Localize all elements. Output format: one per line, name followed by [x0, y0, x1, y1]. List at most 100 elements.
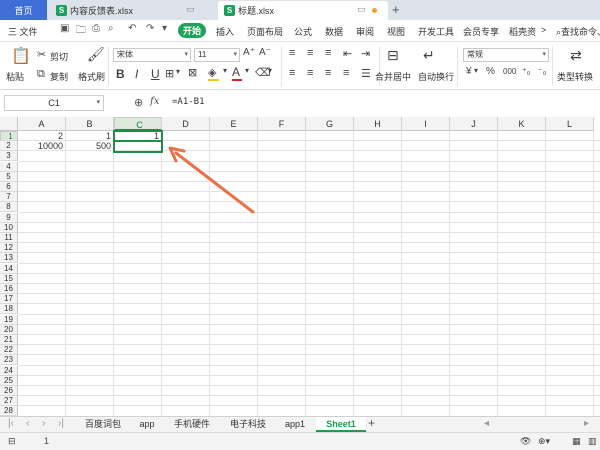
row-header-3[interactable]: 3	[0, 151, 18, 162]
cell-B1[interactable]: 1	[66, 131, 114, 141]
menu-shell[interactable]: 稻壳资	[509, 25, 536, 38]
sheet-tab-5[interactable]: Sheet1	[316, 417, 366, 432]
scroll-left-icon[interactable]: ◂	[484, 418, 489, 429]
column-header-B[interactable]: B	[66, 117, 114, 131]
row-header-18[interactable]: 18	[0, 304, 18, 315]
row-header-19[interactable]: 19	[0, 314, 18, 325]
row-header-15[interactable]: 15	[0, 273, 18, 284]
row-header-4[interactable]: 4	[0, 161, 18, 172]
column-header-C[interactable]: C	[114, 117, 162, 131]
row-header-23[interactable]: 23	[0, 355, 18, 366]
sheet-tab-4[interactable]: app1	[276, 417, 314, 432]
eye-protection-icon[interactable]: 👁	[520, 436, 531, 447]
menu-start[interactable]: 开始	[178, 23, 206, 38]
chevron-down-icon[interactable]: ▾	[176, 67, 180, 76]
cell-A2[interactable]: 10000	[18, 141, 66, 151]
row-header-11[interactable]: 11	[0, 233, 18, 243]
menu-devtools[interactable]: 开发工具	[418, 25, 454, 38]
row-header-10[interactable]: 10	[0, 222, 18, 233]
normal-view-icon[interactable]: ▦	[572, 436, 581, 447]
number-format-select[interactable]: 常规 ▾	[463, 48, 549, 62]
format-painter-button[interactable]: 格式刷	[78, 70, 105, 83]
row-header-17[interactable]: 17	[0, 294, 18, 305]
fill-color-icon[interactable]: ◈	[208, 66, 216, 79]
language-icon[interactable]: ⊕▾	[538, 436, 550, 447]
first-sheet-icon[interactable]: |‹	[8, 418, 14, 429]
folder-icon[interactable]: 🗀	[76, 23, 86, 40]
column-header-G[interactable]: G	[306, 117, 354, 131]
paste-button[interactable]: 粘贴	[6, 70, 24, 83]
sheet-tab-1[interactable]: app	[131, 417, 163, 432]
chevron-down-icon[interactable]: ▾	[474, 66, 478, 75]
menu-member[interactable]: 会员专享	[463, 25, 499, 38]
row-header-16[interactable]: 16	[0, 284, 18, 294]
border-icon[interactable]: ⊞	[165, 67, 174, 80]
column-header-E[interactable]: E	[210, 117, 258, 131]
copy-icon[interactable]: ⧉	[37, 68, 45, 81]
row-header-2[interactable]: 2	[0, 141, 18, 152]
row-header-21[interactable]: 21	[0, 335, 18, 345]
type-convert-icon[interactable]: ⇄	[570, 47, 582, 64]
name-box[interactable]: C1 ▾	[4, 95, 104, 111]
new-tab-plus-icon[interactable]: +	[392, 2, 400, 17]
percent-button[interactable]: %	[486, 66, 495, 77]
scroll-right-icon[interactable]: ▸	[584, 418, 589, 429]
print-icon[interactable]: ⎙	[92, 23, 100, 34]
paste-icon[interactable]: 📋	[11, 46, 31, 66]
font-color-button[interactable]: A	[232, 65, 240, 79]
font-name-select[interactable]: 宋体 ▾	[113, 48, 191, 62]
row-header-5[interactable]: 5	[0, 171, 18, 182]
redo-icon[interactable]: ↷	[146, 23, 154, 34]
sheet-tab-3[interactable]: 电子科技	[222, 417, 274, 432]
outdent-icon[interactable]: ⇥	[361, 47, 370, 60]
column-header-A[interactable]: A	[18, 117, 66, 131]
preview-icon[interactable]: ⌕	[108, 23, 114, 34]
wrap-icon[interactable]: ↵	[423, 47, 435, 64]
format-painter-icon[interactable]: 🖌	[87, 46, 105, 63]
increase-decimal-icon[interactable]: ⁺₀	[522, 66, 531, 77]
next-sheet-icon[interactable]: ›	[42, 418, 45, 429]
row-header-20[interactable]: 20	[0, 324, 18, 335]
menu-file[interactable]: 三 文件	[8, 25, 38, 38]
row-header-1[interactable]: 1	[0, 131, 18, 141]
row-header-12[interactable]: 12	[0, 243, 18, 254]
row-header-13[interactable]: 13	[0, 253, 18, 264]
menu-formula[interactable]: 公式	[294, 25, 312, 38]
window-icon[interactable]: ▭	[357, 4, 366, 15]
row-header-27[interactable]: 27	[0, 396, 18, 407]
undo-icon[interactable]: ↶	[128, 23, 136, 34]
indent-icon[interactable]: ⇤	[343, 47, 352, 60]
row-header-24[interactable]: 24	[0, 365, 18, 376]
macro-record-icon[interactable]: ⊟	[8, 436, 16, 447]
prev-sheet-icon[interactable]: ‹	[26, 418, 29, 429]
column-header-I[interactable]: I	[402, 117, 450, 131]
bold-button[interactable]: B	[116, 67, 125, 81]
row-header-8[interactable]: 8	[0, 202, 18, 213]
merge-icon[interactable]: ⊟	[387, 47, 399, 64]
font-size-select[interactable]: 11 ▾	[194, 48, 240, 62]
select-all-corner[interactable]	[0, 117, 18, 131]
menu-view[interactable]: 视图	[387, 25, 405, 38]
justify-icon[interactable]: ≡	[343, 67, 349, 79]
home-tab[interactable]: 首页	[0, 0, 47, 20]
thousand-separator-button[interactable]: 000	[503, 67, 516, 76]
decrease-decimal-icon[interactable]: ⁻₀	[538, 66, 547, 77]
cut-button[interactable]: 剪切	[50, 50, 68, 63]
formula-input[interactable]: =A1-B1	[172, 97, 205, 107]
align-top-icon[interactable]: ≡	[289, 47, 295, 59]
row-header-7[interactable]: 7	[0, 192, 18, 203]
column-header-D[interactable]: D	[162, 117, 210, 131]
increase-font-icon[interactable]: A⁺	[243, 47, 255, 58]
row-header-9[interactable]: 9	[0, 212, 18, 223]
menu-data[interactable]: 数据	[325, 25, 343, 38]
zoom-search-icon[interactable]: ⊕	[134, 96, 143, 109]
add-sheet-icon[interactable]: +	[368, 416, 375, 430]
chevron-down-icon[interactable]: ▾	[223, 66, 227, 75]
menu-more[interactable]: >	[541, 25, 546, 35]
column-header-F[interactable]: F	[258, 117, 306, 131]
row-header-14[interactable]: 14	[0, 263, 18, 274]
window-icon[interactable]: ▭	[186, 4, 195, 15]
column-header-J[interactable]: J	[450, 117, 498, 131]
type-convert-button[interactable]: 类型转换	[557, 70, 593, 83]
wrap-text-button[interactable]: 自动换行	[418, 70, 454, 83]
